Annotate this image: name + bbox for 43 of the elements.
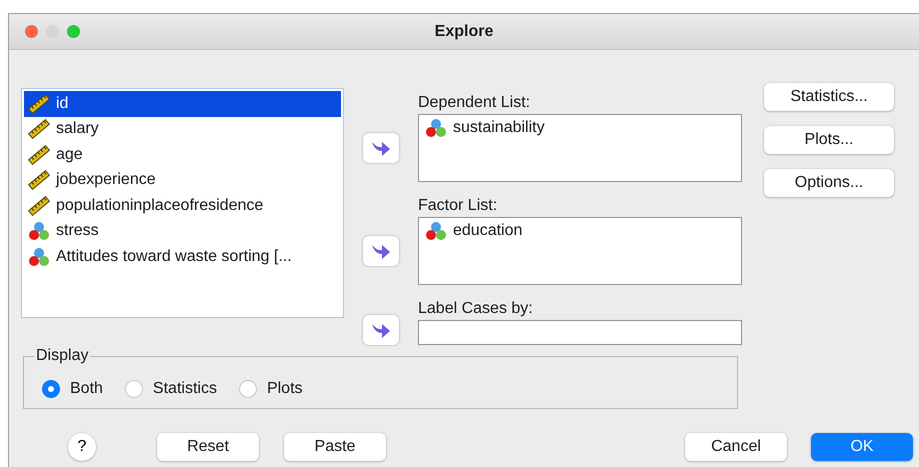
list-box[interactable]: sustainability <box>418 114 742 182</box>
dialog-button[interactable]: Statistics... <box>764 83 894 111</box>
window-title: Explore <box>434 22 494 40</box>
balls-icon <box>28 221 50 242</box>
list-item[interactable]: education <box>425 221 735 241</box>
list-label: Dependent List: <box>418 94 530 112</box>
move-button[interactable] <box>363 133 399 163</box>
radio-option[interactable]: Plots <box>238 380 303 398</box>
dialog-button[interactable]: Cancel <box>685 433 787 461</box>
close-button[interactable] <box>25 25 38 38</box>
input-field[interactable] <box>418 320 742 345</box>
arrow-icon <box>371 321 391 339</box>
list-item[interactable]: populationinplaceofresidence <box>24 193 341 218</box>
list-item[interactable]: stress <box>24 218 341 244</box>
radio-icon[interactable] <box>42 380 60 398</box>
list-item[interactable]: jobexperience <box>24 168 341 193</box>
radio-icon[interactable] <box>124 380 143 398</box>
help-button[interactable]: ? <box>68 433 96 461</box>
group-title: Display <box>34 347 90 365</box>
balls-icon <box>425 118 447 138</box>
radio-icon[interactable] <box>238 380 257 398</box>
list-label: Label Cases by: <box>418 300 533 318</box>
arrow-icon <box>371 242 391 260</box>
radio-option[interactable]: Statistics <box>124 380 217 398</box>
ok-button[interactable]: OK <box>811 433 913 461</box>
dialog-button[interactable]: Reset <box>157 433 259 461</box>
dialog-button[interactable]: Paste <box>284 433 386 461</box>
radio-option[interactable]: Both <box>42 380 103 398</box>
move-button[interactable] <box>363 315 399 345</box>
balls-icon <box>28 246 50 267</box>
list-item[interactable]: sustainability <box>425 118 735 138</box>
list-item[interactable]: salary <box>24 116 341 142</box>
balls-icon <box>425 221 447 241</box>
dialog-button[interactable]: Plots... <box>764 126 894 154</box>
list-item[interactable]: age <box>24 142 341 168</box>
move-button[interactable] <box>363 236 399 266</box>
list-box[interactable]: education <box>418 217 742 285</box>
list-label: Factor List: <box>418 197 498 215</box>
list-item[interactable]: id <box>24 91 341 116</box>
arrow-icon <box>371 139 391 157</box>
list-item[interactable]: Attitudes toward waste sorting [... <box>24 244 341 270</box>
maximize-button[interactable] <box>67 25 80 38</box>
dialog-button[interactable]: Options... <box>764 169 894 197</box>
